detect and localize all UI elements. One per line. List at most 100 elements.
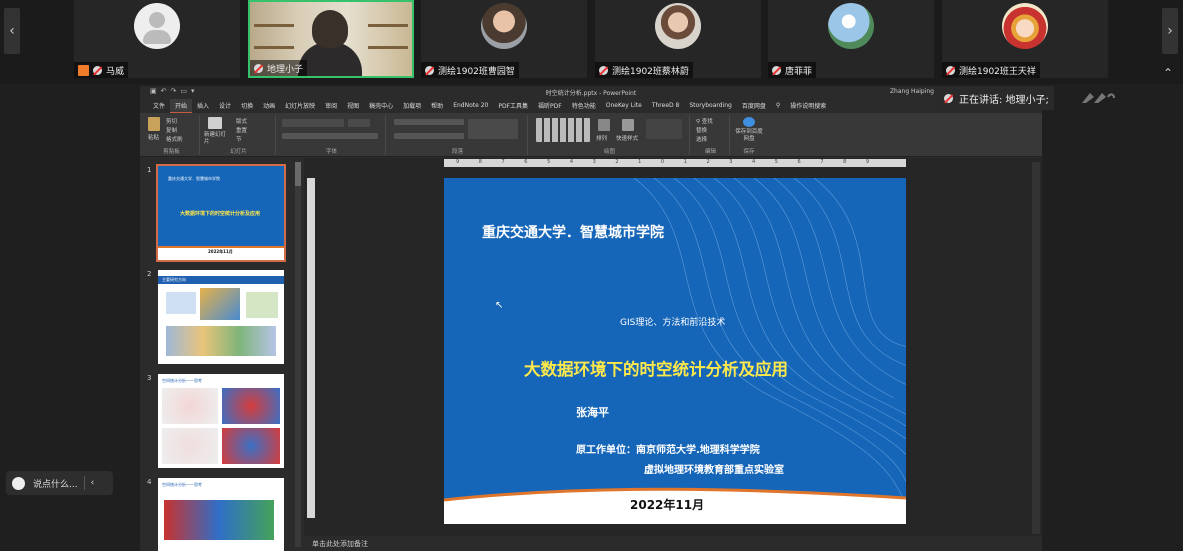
participant-name-bar: 测绘1902班蔡林蔚 bbox=[595, 62, 693, 78]
slide-thumbnails-pane: 1 重庆交通大学．智慧城市学院 大数据环境下的时空统计分析及应用 2022年11… bbox=[140, 158, 302, 551]
cloud-icon bbox=[743, 117, 755, 127]
font-group: 字体 bbox=[278, 115, 386, 155]
pen-tools[interactable] bbox=[1080, 90, 1116, 104]
tab-template-center[interactable]: 稿壳中心 bbox=[364, 99, 398, 112]
slide-date: 2022年11月 bbox=[630, 498, 705, 512]
thumb-title: 主要研究方向 bbox=[162, 277, 186, 282]
tell-me-search[interactable]: 操作说明搜索 bbox=[785, 99, 831, 112]
slide-thumbnail-3[interactable]: 空间统计分析——思考 bbox=[158, 374, 284, 468]
shapes-gallery[interactable] bbox=[536, 118, 590, 142]
tab-help[interactable]: 帮助 bbox=[426, 99, 448, 112]
participant-name-bar: 唐菲菲 bbox=[768, 62, 817, 78]
participant-name: 测绘1902班曹园智 bbox=[438, 66, 515, 77]
participant-name-bar: 测绘1902班曹园智 bbox=[421, 62, 519, 78]
find-button[interactable]: ⚲ 查找 bbox=[696, 117, 713, 125]
arrange-button[interactable]: 排列 bbox=[596, 134, 607, 142]
participant-photo-avatar bbox=[655, 3, 701, 49]
thumbnail-number: 1 bbox=[147, 166, 152, 174]
font-format-buttons[interactable] bbox=[282, 133, 378, 139]
thumbnails-scrollbar[interactable] bbox=[295, 162, 301, 547]
participant-tile-active[interactable]: 地理小子 bbox=[248, 0, 414, 78]
tab-home[interactable]: 开始 bbox=[170, 98, 193, 113]
tab-review[interactable]: 审阅 bbox=[320, 99, 342, 112]
slide-subtitle: GIS理论、方法和前沿技术 bbox=[620, 318, 726, 328]
tab-foxit-pdf[interactable]: 福昕PDF bbox=[533, 99, 567, 112]
participant-tile[interactable]: 唐菲菲 bbox=[768, 0, 934, 78]
notes-bar[interactable]: 单击此处添加备注 bbox=[304, 536, 1042, 551]
meeting-window: ‹ 马威 地理小子 测绘1902班曹园智 测绘1902班蔡林蔚 唐菲菲 测绘19… bbox=[0, 0, 1183, 551]
scroll-thumb[interactable] bbox=[295, 162, 301, 186]
layout-button[interactable]: 版式 bbox=[236, 117, 247, 125]
tab-pdf-tools[interactable]: PDF工具集 bbox=[493, 99, 533, 112]
chat-input[interactable]: 说点什么... ‹ bbox=[6, 471, 113, 495]
save-group: 保存到百度网盘 保存 bbox=[732, 115, 766, 155]
copy-button[interactable]: 复制 bbox=[166, 126, 177, 134]
format-painter-button[interactable]: 格式刷 bbox=[166, 135, 183, 143]
tab-design[interactable]: 设计 bbox=[214, 99, 236, 112]
reset-button[interactable]: 重置 bbox=[236, 126, 247, 134]
tab-threed[interactable]: ThreeD 8 bbox=[647, 100, 685, 111]
slide-school-name: 重庆交通大学．智慧城市学院 bbox=[482, 225, 664, 241]
align-buttons[interactable] bbox=[394, 133, 464, 139]
tab-slideshow[interactable]: 幻灯片放映 bbox=[280, 99, 320, 112]
collapse-strip-button[interactable]: ⌃ bbox=[1163, 66, 1173, 80]
tab-features[interactable]: 特色功能 bbox=[567, 99, 601, 112]
chevron-left-icon[interactable]: ‹ bbox=[91, 478, 95, 488]
group-label: 保存 bbox=[743, 149, 755, 155]
slide-thumbnail-4[interactable]: 空间统计分析——思考 bbox=[158, 478, 284, 551]
drawing-group: 排列 快速样式 绘图 bbox=[530, 115, 690, 155]
group-label: 绘图 bbox=[603, 149, 615, 155]
slide-scrollbar[interactable] bbox=[1032, 162, 1040, 534]
group-label: 剪贴板 bbox=[163, 149, 180, 155]
font-name-select[interactable] bbox=[282, 119, 344, 127]
thumb-title: 空间统计分析——思考 bbox=[162, 378, 202, 383]
account-name[interactable]: Zhang Haiping bbox=[890, 88, 934, 95]
prev-participants-button[interactable]: ‹ bbox=[4, 8, 20, 54]
emoji-icon[interactable] bbox=[12, 476, 25, 490]
participant-tile[interactable]: 测绘1902班蔡林蔚 bbox=[595, 0, 761, 78]
participant-tile[interactable]: 测绘1902班王天祥 bbox=[942, 0, 1108, 78]
paste-button[interactable]: 粘贴 bbox=[148, 133, 159, 141]
cut-button[interactable]: 剪切 bbox=[166, 117, 177, 125]
tab-file[interactable]: 文件 bbox=[148, 99, 170, 112]
next-participants-button[interactable]: › bbox=[1162, 8, 1178, 54]
slide-thumbnail-2[interactable]: 主要研究方向 bbox=[158, 270, 284, 364]
mic-muted-icon bbox=[944, 93, 953, 103]
slide-thumbnail-1[interactable]: 重庆交通大学．智慧城市学院 大数据环境下的时空统计分析及应用 2022年11月 bbox=[156, 164, 286, 262]
list-buttons[interactable] bbox=[394, 119, 464, 125]
editing-group: ⚲ 查找 替换 选择 编辑 bbox=[692, 115, 730, 155]
paste-icon bbox=[148, 117, 160, 131]
tab-onekey[interactable]: OneKey Lite bbox=[601, 100, 647, 111]
main-slide[interactable]: 重庆交通大学．智慧城市学院 GIS理论、方法和前沿技术 大数据环境下的时空统计分… bbox=[444, 178, 906, 524]
participant-name: 测绘1902班王天祥 bbox=[959, 66, 1036, 77]
font-size-select[interactable] bbox=[348, 119, 370, 127]
save-baidu-button[interactable]: 保存到百度网盘 bbox=[733, 129, 765, 143]
participant-tile[interactable]: 测绘1902班曹园智 bbox=[421, 0, 587, 78]
text-direction-buttons[interactable] bbox=[468, 119, 518, 139]
participant-tile[interactable]: 马威 bbox=[74, 0, 240, 78]
mic-muted-icon bbox=[425, 65, 434, 75]
tab-addins[interactable]: 加载项 bbox=[398, 99, 426, 112]
tab-insert[interactable]: 插入 bbox=[192, 99, 214, 112]
shape-format-buttons[interactable] bbox=[646, 119, 682, 139]
tab-view[interactable]: 视图 bbox=[342, 99, 364, 112]
section-button[interactable]: 节 bbox=[236, 135, 242, 143]
tab-baidu-pan[interactable]: 百度网盘 bbox=[737, 99, 771, 112]
mouse-cursor-icon: ↖ bbox=[495, 300, 504, 311]
quick-styles-button[interactable]: 快速样式 bbox=[616, 134, 638, 142]
paragraph-group: 段落 bbox=[388, 115, 528, 155]
participant-photo-avatar bbox=[481, 3, 527, 49]
new-slide-button[interactable]: 新建幻灯片 bbox=[204, 132, 230, 146]
tab-animations[interactable]: 动画 bbox=[258, 99, 280, 112]
speaking-indicator: 正在讲话: 地理小子; bbox=[936, 86, 1054, 110]
clipboard-group: 粘贴 剪切 复制 格式刷 剪贴板 bbox=[144, 115, 200, 155]
ribbon-home: 粘贴 剪切 复制 格式刷 剪贴板 新建幻灯片 版式 重置 节 幻灯片 字体 段落… bbox=[140, 113, 1042, 157]
tab-endnote[interactable]: EndNote 20 bbox=[448, 100, 493, 111]
select-button[interactable]: 选择 bbox=[696, 135, 707, 143]
chat-placeholder: 说点什么... bbox=[33, 479, 78, 490]
tab-transitions[interactable]: 切换 bbox=[236, 99, 258, 112]
replace-button[interactable]: 替换 bbox=[696, 126, 707, 134]
search-icon: ⚲ bbox=[696, 119, 701, 125]
tab-storyboarding[interactable]: Storyboarding bbox=[684, 100, 736, 111]
new-slide-icon bbox=[208, 117, 222, 129]
